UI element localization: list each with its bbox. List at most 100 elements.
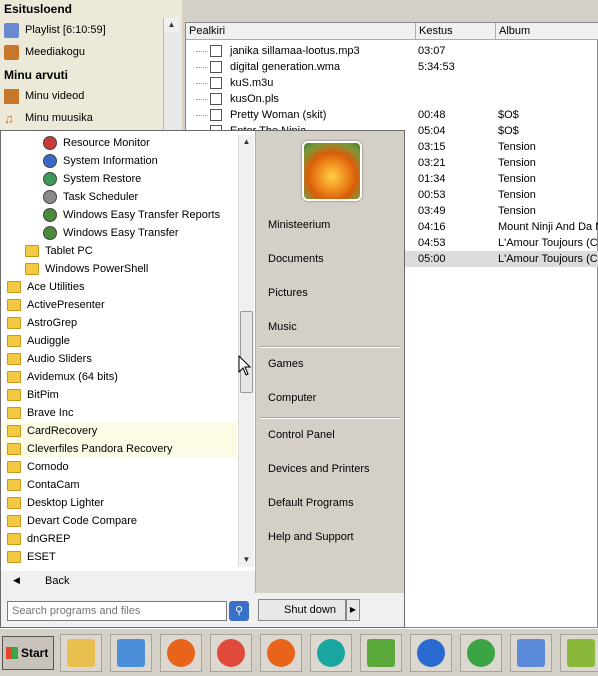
windows-logo-icon	[467, 639, 495, 667]
table-row[interactable]: digital generation.wma 5:34:53	[186, 59, 598, 75]
start-menu-link[interactable]: Ministeerium	[268, 214, 330, 236]
column-header-title[interactable]: Pealkiri	[186, 23, 416, 40]
taskbar-app-button[interactable]	[260, 634, 302, 672]
shutdown-button[interactable]: Shut down	[258, 599, 346, 621]
program-item[interactable]: Audiggle	[1, 332, 237, 350]
start-menu-link[interactable]: Default Programs	[268, 492, 354, 514]
file-icon	[210, 61, 222, 73]
start-menu-link[interactable]: Music	[268, 316, 297, 338]
taskbar-app-button[interactable]	[460, 634, 502, 672]
taskbar-app-button[interactable]	[560, 634, 598, 672]
program-item[interactable]: Windows PowerShell	[1, 260, 237, 278]
search-input[interactable]	[7, 601, 227, 621]
track-duration-cell: 03:07	[418, 45, 446, 57]
program-label: System Information	[63, 155, 158, 167]
program-item[interactable]: Ace Utilities	[1, 278, 237, 296]
folder-icon	[7, 461, 21, 473]
my-music-item[interactable]: ♫ Minu muusika	[4, 108, 93, 128]
program-item[interactable]: Cleverfiles Pandora Recovery	[1, 440, 237, 458]
program-label: Audiggle	[27, 335, 70, 347]
user-picture[interactable]	[302, 141, 362, 201]
easy-transfer-icon	[43, 208, 57, 222]
program-item[interactable]: Audio Sliders	[1, 350, 237, 368]
taskbar-app-button[interactable]	[310, 634, 352, 672]
folder-icon	[7, 443, 21, 455]
column-header-duration[interactable]: Kestus	[416, 23, 496, 40]
program-item[interactable]: ContaCam	[1, 476, 237, 494]
program-label: Tablet PC	[45, 245, 93, 257]
program-item[interactable]: Devart Code Compare	[1, 512, 237, 530]
firefox-icon	[167, 639, 195, 667]
playlist-item-label: Playlist [6:10:59]	[25, 24, 106, 36]
taskbar-app-button[interactable]	[160, 634, 202, 672]
playlist-item[interactable]: Playlist [6:10:59]	[4, 20, 106, 40]
media-library-item[interactable]: Meediakogu	[4, 42, 85, 62]
table-row[interactable]: Pretty Woman (skit) 00:48 $O$	[186, 107, 598, 123]
music-note-icon: ♫	[4, 110, 14, 126]
table-row[interactable]: kusOn.pls	[186, 91, 598, 107]
program-item[interactable]: AstroGrep	[1, 314, 237, 332]
program-item[interactable]: Resource Monitor	[1, 134, 237, 152]
search-icon[interactable]: ⚲	[229, 601, 249, 621]
program-item[interactable]: Windows Easy Transfer	[1, 224, 237, 242]
scroll-up-icon[interactable]: ▲	[164, 18, 179, 32]
track-duration-cell: 03:49	[418, 205, 446, 217]
program-item[interactable]: Comodo	[1, 458, 237, 476]
my-videos-item[interactable]: Minu videod	[4, 86, 84, 106]
start-menu-link[interactable]: Documents	[268, 248, 324, 270]
program-label: Comodo	[27, 461, 69, 473]
shutdown-options-arrow-icon[interactable]: ▶	[346, 599, 360, 621]
program-item[interactable]: dnGREP	[1, 530, 237, 548]
program-item[interactable]: Brave Inc	[1, 404, 237, 422]
program-item[interactable]: System Restore	[1, 170, 237, 188]
control-panel-icon	[517, 639, 545, 667]
start-menu-link[interactable]: Pictures	[268, 282, 308, 304]
program-label: Windows Easy Transfer Reports	[63, 209, 221, 221]
taskbar-app-button[interactable]	[210, 634, 252, 672]
my-videos-label: Minu videod	[25, 90, 85, 102]
program-item[interactable]: Task Scheduler	[1, 188, 237, 206]
start-menu-link[interactable]: Games	[268, 353, 303, 375]
taskbar-app-button[interactable]	[110, 634, 152, 672]
track-album-cell: Tension	[498, 205, 536, 217]
program-label: Task Scheduler	[63, 191, 139, 203]
sidebar-scrollbar[interactable]: ▲	[163, 18, 180, 148]
taskbar-app-button[interactable]	[360, 634, 402, 672]
browser-globe-icon	[417, 639, 445, 667]
column-header-album[interactable]: Album	[496, 23, 598, 40]
program-item[interactable]: System Information	[1, 152, 237, 170]
start-menu-link[interactable]: Help and Support	[268, 526, 354, 548]
folder-icon	[7, 551, 21, 563]
program-item[interactable]: Avidemux (64 bits)	[1, 368, 237, 386]
program-item[interactable]: Windows Easy Transfer Reports	[1, 206, 237, 224]
table-row[interactable]: janika sillamaa-lootus.mp3 03:07	[186, 43, 598, 59]
programs-scrollbar[interactable]: ▲ ▼	[238, 135, 254, 567]
program-item[interactable]: Tablet PC	[1, 242, 237, 260]
scroll-down-icon[interactable]: ▼	[239, 553, 254, 567]
program-item[interactable]: BitPim	[1, 386, 237, 404]
table-row[interactable]: kuS.m3u	[186, 75, 598, 91]
program-label: Avidemux (64 bits)	[27, 371, 118, 383]
start-menu-link[interactable]: Devices and Printers	[268, 458, 370, 480]
my-music-label: Minu muusika	[25, 112, 93, 124]
windows-logo-icon	[6, 647, 18, 659]
program-label: Windows Easy Transfer	[63, 227, 179, 239]
program-item[interactable]: CardRecovery	[1, 422, 237, 440]
taskbar-app-button[interactable]	[510, 634, 552, 672]
file-icon	[210, 77, 222, 89]
program-item[interactable]: Desktop Lighter	[1, 494, 237, 512]
scroll-up-icon[interactable]: ▲	[239, 135, 254, 149]
program-label: System Restore	[63, 173, 142, 185]
taskbar-app-button[interactable]	[410, 634, 452, 672]
scrollbar-thumb[interactable]	[240, 311, 253, 393]
program-label: ContaCam	[27, 479, 80, 491]
start-menu-link[interactable]: Computer	[268, 387, 316, 409]
program-label: Devart Code Compare	[27, 515, 138, 527]
start-menu-link[interactable]: Control Panel	[268, 424, 335, 446]
back-button[interactable]: ◀ Back	[1, 571, 255, 593]
program-item[interactable]: ESET	[1, 548, 237, 566]
media-player-icon	[117, 639, 145, 667]
program-item[interactable]: ActivePresenter	[1, 296, 237, 314]
taskbar-app-button[interactable]	[60, 634, 102, 672]
track-title-cell: digital generation.wma	[230, 61, 341, 73]
